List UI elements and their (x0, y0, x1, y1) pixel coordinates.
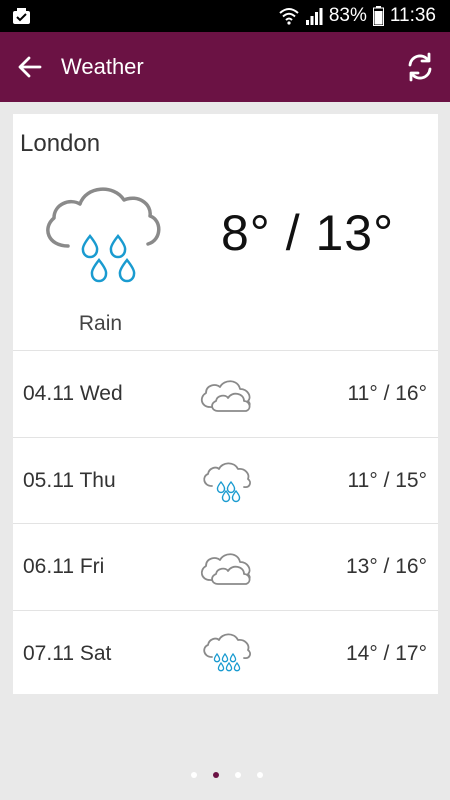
page-dot[interactable] (256, 772, 263, 778)
notification-icon (12, 6, 32, 26)
forecast-temperature: 14° / 17° (345, 641, 427, 665)
cloudy-icon (198, 544, 254, 590)
page-dot-active[interactable] (212, 772, 219, 778)
heavy-rain-cloud-icon (198, 631, 254, 677)
forecast-date: 06.11 Fri (23, 555, 105, 578)
clock: 11:36 (389, 5, 436, 26)
page-title: Weather (61, 54, 144, 79)
refresh-button[interactable] (404, 51, 436, 83)
arrow-left-icon (18, 56, 42, 78)
forecast-row[interactable]: 05.11 Thu 11° / 15° (13, 436, 438, 524)
app-bar: Weather (0, 32, 450, 102)
rain-cloud-icon (198, 458, 254, 504)
city-name: London (20, 130, 101, 157)
rain-cloud-icon (38, 182, 168, 292)
battery-percent: 83% (328, 5, 367, 26)
page-dot[interactable] (190, 772, 197, 778)
forecast-list: 04.11 Wed 11° / 16° 05.11 Thu 11° / 15° … (13, 350, 438, 696)
back-button[interactable] (16, 53, 44, 81)
forecast-row[interactable]: 06.11 Fri 13° / 16° (13, 523, 438, 610)
cloudy-icon (198, 371, 254, 417)
forecast-temperature: 11° / 16° (347, 382, 427, 405)
refresh-icon (408, 52, 432, 82)
battery-icon (372, 6, 384, 26)
forecast-date: 07.11 Sat (23, 641, 112, 665)
forecast-temperature: 13° / 16° (345, 555, 427, 578)
status-bar: 83% 11:36 (0, 0, 450, 32)
page-indicator (0, 772, 450, 782)
forecast-date: 04.11 Wed (23, 382, 123, 405)
forecast-temperature: 11° / 15° (347, 468, 427, 492)
current-temperature: 8° / 13° (221, 205, 395, 261)
page-dot[interactable] (234, 772, 241, 778)
current-condition: Rain (78, 312, 123, 335)
forecast-row[interactable]: 04.11 Wed 11° / 16° (13, 350, 438, 437)
wifi-icon (279, 7, 299, 25)
weather-card: London Rain 8° / 13° 04.11 Wed 11° / 16° (13, 114, 438, 694)
forecast-row[interactable]: 07.11 Sat 14° / 17° (13, 609, 438, 697)
forecast-date: 05.11 Thu (23, 468, 116, 492)
signal-icon (305, 7, 323, 25)
